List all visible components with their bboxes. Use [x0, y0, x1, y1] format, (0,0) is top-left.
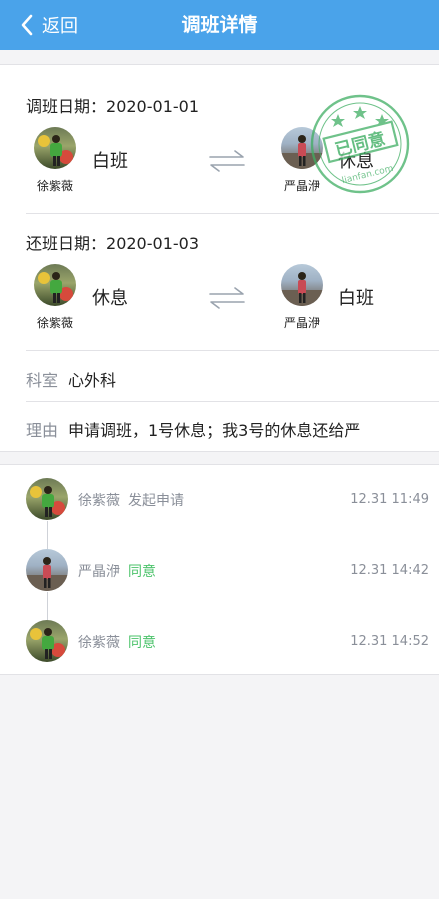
swap-left-name: 徐紫薇 [36, 179, 73, 193]
timeline-action: 同意 [128, 564, 156, 580]
swap-date-line: 调班日期：2020-01-01 [26, 93, 199, 117]
divider [26, 350, 439, 351]
timeline-actor: 严晶洢 同意 [78, 561, 156, 581]
nav-bar: 返回 调班详情 [0, 0, 439, 50]
swap-arrows-icon [209, 287, 245, 309]
timeline-actor-name: 徐紫薇 [78, 493, 120, 509]
approval-timeline: 徐紫薇 发起申请 12.31 11:49 严晶洢 同意 12.31 14:42 徐紫… [0, 464, 439, 675]
timeline-time: 12.31 14:42 [350, 563, 429, 578]
timeline-actor: 徐紫薇 同意 [78, 632, 156, 652]
department-value: 心外科 [68, 371, 117, 390]
timeline-actor: 徐紫薇 发起申请 [78, 490, 184, 510]
return-right-shift: 白班 [338, 288, 374, 309]
timeline-connector [47, 592, 48, 620]
swap-left-shift: 白班 [92, 151, 128, 172]
divider [26, 401, 439, 402]
return-left-shift: 休息 [92, 288, 128, 309]
department-label: 科室 [26, 371, 59, 390]
reason-label: 理由 [26, 421, 59, 440]
page-title: 调班详情 [181, 14, 258, 36]
avatar [34, 264, 76, 306]
timeline-action: 同意 [128, 635, 156, 651]
return-date-line: 还班日期：2020-01-03 [26, 230, 199, 254]
avatar [26, 478, 68, 520]
swap-date-value: 2020-01-01 [106, 97, 199, 116]
reason-value: 申请调班，1号休息；我3号的休息还给严 [68, 421, 361, 440]
return-date-label: 还班日期： [26, 234, 107, 253]
return-right-name: 严晶洢 [283, 316, 320, 330]
timeline-action: 发起申请 [128, 493, 184, 509]
return-date-value: 2020-01-03 [106, 234, 199, 253]
avatar [26, 549, 68, 591]
timeline-connector [47, 521, 48, 549]
approved-stamp-icon: 已同意 lianfan.com [310, 94, 410, 194]
swap-arrows-icon [209, 150, 245, 172]
avatar [26, 620, 68, 662]
timeline-actor-name: 徐紫薇 [78, 635, 120, 651]
timeline-time: 12.31 14:52 [350, 634, 429, 649]
timeline-time: 12.31 11:49 [350, 492, 429, 507]
return-left-name: 徐紫薇 [36, 316, 73, 330]
avatar [34, 127, 76, 169]
avatar [281, 264, 323, 306]
timeline-actor-name: 严晶洢 [78, 564, 120, 580]
divider [26, 213, 439, 214]
swap-date-label: 调班日期： [26, 97, 107, 116]
